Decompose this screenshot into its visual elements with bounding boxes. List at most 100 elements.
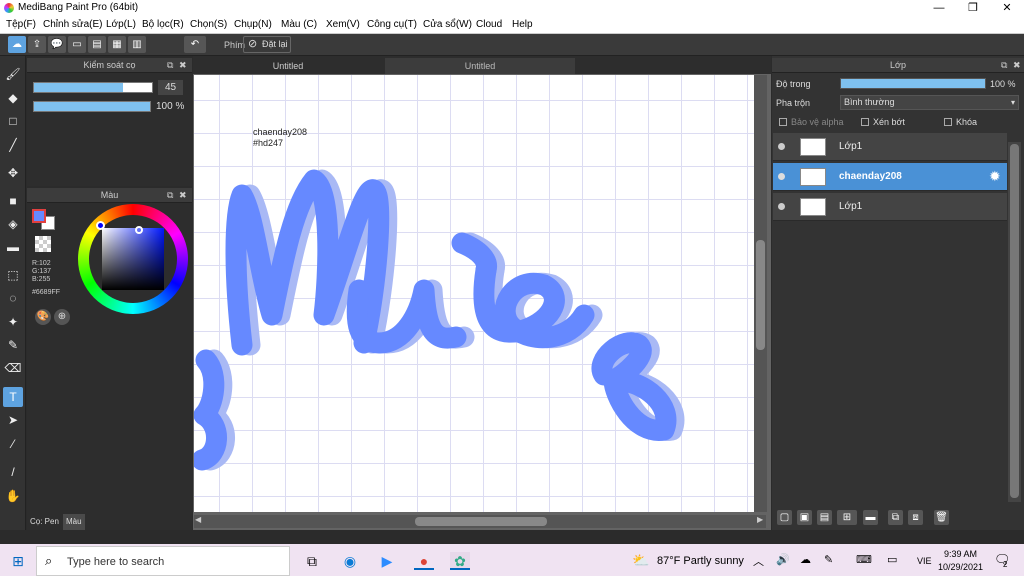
visibility-dot-icon[interactable] (778, 173, 785, 180)
bucket-tool-icon[interactable]: ◈ (3, 214, 23, 234)
speaker-icon[interactable]: 🔊 (776, 553, 790, 566)
popout-icon[interactable]: ⧉ (1001, 58, 1007, 73)
menu-capture[interactable]: Chụp(N) (234, 19, 272, 30)
hue-handle[interactable] (96, 221, 105, 230)
pipette-icon[interactable]: / (3, 462, 23, 482)
select-eraser-icon[interactable]: ⌫ (3, 358, 23, 378)
scroll-right-icon[interactable]: ▶ (757, 515, 763, 524)
medibang-taskbar-icon[interactable]: ✿ (450, 552, 470, 570)
trash-icon[interactable]: 🗑 (934, 510, 949, 525)
operation-tool-icon[interactable]: ➤ (3, 410, 23, 430)
speech-bubble-icon[interactable]: 💬 (48, 36, 66, 53)
maximize-button[interactable]: ❐ (956, 0, 990, 17)
battery-icon[interactable]: ▭ (887, 553, 897, 566)
close-panel-icon[interactable]: ✖ (179, 188, 187, 203)
page-icon[interactable]: ▤ (88, 36, 106, 53)
close-panel-icon[interactable]: ✖ (179, 58, 187, 73)
comment-icon[interactable]: ▭ (68, 36, 86, 53)
gear-icon[interactable]: ✹ (989, 168, 1001, 185)
alpha-protect-checkbox[interactable] (779, 118, 787, 126)
layer-scroll-thumb[interactable] (1010, 144, 1019, 498)
keyboard-icon[interactable]: ⌨ (856, 553, 872, 566)
move-tool-icon[interactable]: ✥ (3, 163, 23, 183)
close-panel-icon[interactable]: ✖ (1013, 58, 1021, 73)
weather-text[interactable]: 87°F Partly sunny (657, 555, 744, 567)
upload-icon[interactable]: ⇪ (28, 36, 46, 53)
select-pen-icon[interactable]: ✎ (3, 335, 23, 355)
visibility-dot-icon[interactable] (778, 203, 785, 210)
popout-icon[interactable]: ⧉ (167, 188, 173, 203)
layer-list-scrollbar[interactable] (1008, 142, 1021, 502)
hue-wheel[interactable] (78, 204, 188, 314)
weather-icon[interactable]: ⛅ (632, 552, 649, 569)
menu-layer[interactable]: Lớp(L) (106, 19, 136, 30)
undo-icon[interactable]: ↶ (184, 36, 206, 53)
add-layer-menu-icon[interactable]: ⊞ (837, 510, 857, 525)
visibility-dot-icon[interactable] (778, 143, 785, 150)
language-indicator[interactable]: VIE (917, 556, 932, 566)
layer-row-selected[interactable]: chaenday208 ✹ (773, 163, 1007, 191)
drawing-canvas[interactable]: chaenday208 #hd247 (194, 75, 754, 512)
search-box[interactable]: ⌕ Type here to search (36, 546, 290, 576)
menu-help[interactable]: Help (512, 19, 533, 30)
brush-opacity-slider[interactable] (33, 101, 151, 112)
magic-wand-icon[interactable]: ✦ (3, 312, 23, 332)
palette-icon[interactable]: 🎨 (35, 309, 51, 325)
horizontal-scrollbar[interactable]: ◀ ▶ (194, 515, 766, 528)
palette-add-icon[interactable]: ⊕ (54, 309, 70, 325)
gradient-tool-icon[interactable]: ▬ (3, 237, 23, 257)
vertical-scrollbar[interactable] (754, 75, 767, 512)
eraser-tool-icon[interactable]: ◆ (3, 88, 23, 108)
menu-view[interactable]: Xem(V) (326, 19, 360, 30)
panels-icon[interactable]: ▥ (128, 36, 146, 53)
fill-rect-tool-icon[interactable]: ■ (3, 191, 23, 211)
new-layer-icon[interactable]: ▢ (777, 510, 792, 525)
document-tab-2[interactable]: Untitled (385, 58, 575, 74)
folder-icon[interactable]: ▬ (863, 510, 878, 525)
layer-row[interactable]: Lớp1 (773, 193, 1007, 221)
rectangle-tool-icon[interactable]: □ (3, 111, 23, 131)
brush-tool-icon[interactable]: 🖌 (3, 64, 23, 84)
cloud-icon[interactable]: ☁ (8, 36, 26, 53)
brush-tab[interactable]: Cọ: Pen (27, 514, 63, 530)
menu-file[interactable]: Tệp(F) (6, 19, 36, 30)
chrome-icon[interactable]: ● (414, 552, 434, 570)
layer-row[interactable]: Lớp1 (773, 133, 1007, 161)
eyedropper-tool-icon[interactable]: ⁄ (3, 434, 23, 454)
transparent-swatch[interactable] (35, 236, 51, 252)
task-view-icon[interactable]: ⧉ (302, 552, 322, 570)
grid-icon[interactable]: ▦ (108, 36, 126, 53)
minimize-button[interactable]: — (922, 0, 956, 17)
lock-checkbox[interactable] (944, 118, 952, 126)
horizontal-scroll-thumb[interactable] (415, 517, 547, 526)
clipping-checkbox[interactable] (861, 118, 869, 126)
menu-window[interactable]: Cửa sổ(W) (423, 19, 472, 30)
menu-select[interactable]: Chọn(S) (190, 19, 227, 30)
close-button[interactable]: ✕ (990, 0, 1024, 17)
zoom-app-icon[interactable]: ▶ (377, 552, 397, 570)
hand-tool-icon[interactable]: ✋ (3, 486, 23, 506)
foreground-color-swatch[interactable] (32, 209, 46, 223)
vertical-scroll-thumb[interactable] (756, 240, 765, 350)
windows-start-icon[interactable]: ⊞ (8, 552, 28, 570)
menu-tools[interactable]: Công cụ(T) (367, 19, 417, 30)
brush-size-value[interactable]: 45 (158, 80, 183, 95)
clock-time[interactable]: 9:39 AM (944, 549, 977, 559)
scroll-left-icon[interactable]: ◀ (195, 515, 201, 524)
merge-layer-icon[interactable]: ⧈ (908, 510, 923, 525)
saturation-square[interactable] (102, 228, 164, 290)
reset-button[interactable]: ⊘ Đặt lại (243, 36, 291, 53)
line-tool-icon[interactable]: ╱ (3, 135, 23, 155)
lasso-tool-icon[interactable]: ◌ (3, 288, 23, 308)
select-rect-icon[interactable]: ⬚ (3, 265, 23, 285)
color-tab[interactable]: Màu (63, 514, 85, 530)
document-tab-1[interactable]: Untitled (193, 58, 383, 74)
color-picker-handle[interactable] (135, 226, 143, 234)
menu-cloud[interactable]: Cloud (476, 19, 502, 30)
brush-size-slider[interactable] (33, 82, 153, 93)
menu-color[interactable]: Màu (C) (281, 19, 317, 30)
chevron-up-icon[interactable]: ︿ (753, 553, 764, 569)
menu-edit[interactable]: Chỉnh sửa(E) (43, 19, 103, 30)
duplicate-layer-icon[interactable]: ⧉ (888, 510, 903, 525)
new-8bit-layer-icon[interactable]: ▤ (817, 510, 832, 525)
